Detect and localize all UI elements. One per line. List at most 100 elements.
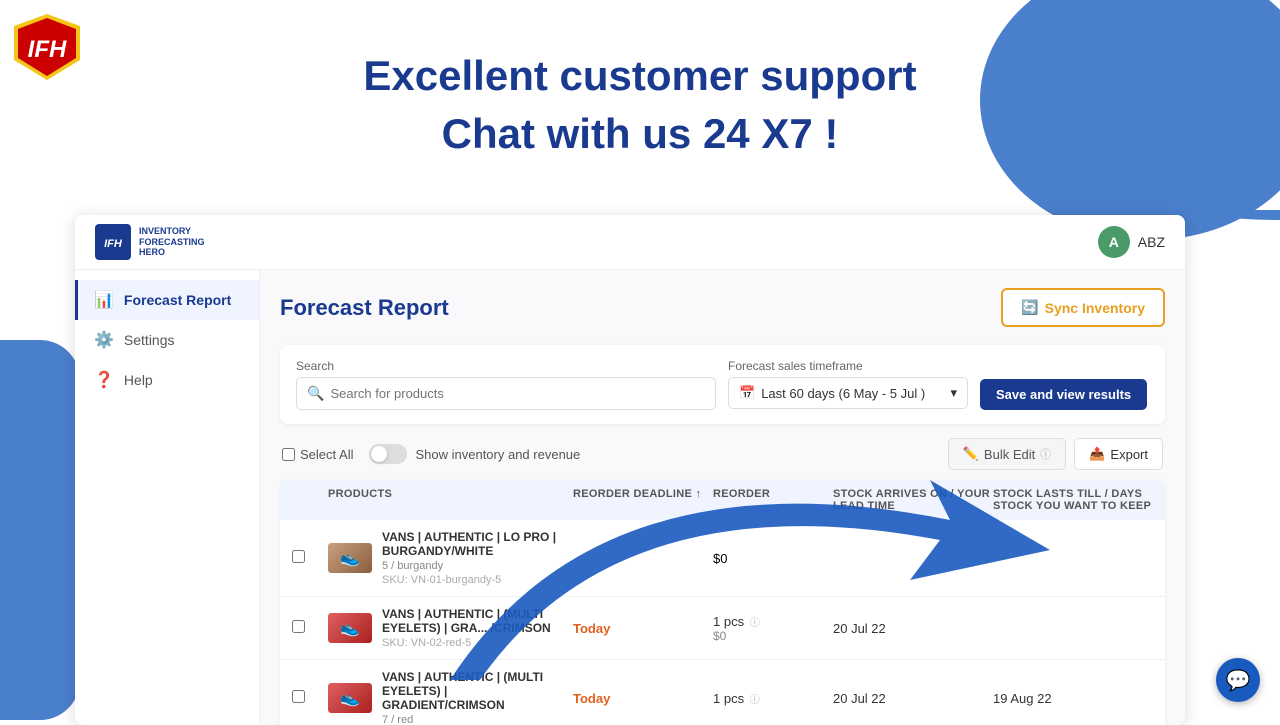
app-logo-text: INVENTORY FORECASTING HERO <box>139 226 205 258</box>
forecast-icon: 📊 <box>94 290 114 310</box>
save-group: Save and view results <box>980 359 1147 410</box>
select-all-text: Select All <box>300 447 353 462</box>
sidebar: 📊 Forecast Report ⚙️ Settings ❓ Help <box>75 270 260 725</box>
product-info-2: 👟 VANS | AUTHENTIC | (MULTI EYELETS) | G… <box>328 607 573 649</box>
select-all-checkbox[interactable] <box>282 448 295 461</box>
info-icon-2: ⓘ <box>750 618 760 629</box>
info-icon: ⓘ <box>1040 446 1051 462</box>
settings-icon: ⚙️ <box>94 330 114 350</box>
app-logo-icon: IFH <box>95 224 131 260</box>
svg-text:IFH: IFH <box>104 238 123 250</box>
export-icon: 📤 <box>1089 446 1105 462</box>
col-checkbox <box>292 488 328 512</box>
reorder-1: $0 <box>713 551 833 566</box>
username: ABZ <box>1138 234 1165 250</box>
col-reorder-deadline: REORDER DEADLINE ↑ <box>573 488 713 512</box>
product-details-1: VANS | AUTHENTIC | LO PRO | BURGANDY/WHI… <box>382 530 573 586</box>
sidebar-item-settings[interactable]: ⚙️ Settings <box>75 320 259 360</box>
product-sku-1: SKU: VN-01-burgandy-5 <box>382 574 573 586</box>
bulk-edit-button[interactable]: ✏️ Bulk Edit ⓘ <box>948 438 1067 470</box>
toggle-knob <box>371 446 387 462</box>
help-icon: ❓ <box>94 370 114 390</box>
product-info-1: 👟 VANS | AUTHENTIC | LO PRO | BURGANDY/W… <box>328 530 573 586</box>
shoe-image-3: 👟 <box>328 683 372 713</box>
edit-icon: ✏️ <box>963 446 979 462</box>
select-all-label[interactable]: Select All <box>282 447 353 462</box>
info-icon-3: ⓘ <box>750 695 760 706</box>
save-results-button[interactable]: Save and view results <box>980 379 1147 410</box>
product-name-3: VANS | AUTHENTIC | (MULTI EYELETS) | GRA… <box>382 670 573 712</box>
reorder-qty-1: $0 <box>713 551 833 566</box>
reorder-3: 1 pcs ⓘ <box>713 691 833 706</box>
app-header: IFH INVENTORY FORECASTING HERO A ABZ <box>75 215 1185 270</box>
avatar: A <box>1098 226 1130 258</box>
banner-logo: IFH <box>12 12 82 87</box>
sidebar-label-forecast: Forecast Report <box>124 292 231 308</box>
sync-inventory-button[interactable]: 🔄 Sync Inventory <box>1001 288 1165 327</box>
product-name-1: VANS | AUTHENTIC | LO PRO | BURGANDY/WHI… <box>382 530 573 558</box>
product-thumb-3: 👟 <box>328 683 372 713</box>
search-input-wrap: 🔍 <box>296 377 716 410</box>
bulk-edit-label: Bulk Edit <box>984 447 1035 462</box>
reorder-amount-2: $0 <box>713 629 833 643</box>
product-details-3: VANS | AUTHENTIC | (MULTI EYELETS) | GRA… <box>382 670 573 725</box>
product-info-3: 👟 VANS | AUTHENTIC | (MULTI EYELETS) | G… <box>328 670 573 725</box>
top-banner: IFH Excellent customer support Chat with… <box>0 0 1280 210</box>
show-inventory-label: Show inventory and revenue <box>415 447 580 462</box>
search-icon: 🔍 <box>307 385 324 402</box>
col-stock-lasts: STOCK LASTS TILL / DAYS STOCK YOU WANT T… <box>993 488 1153 512</box>
app-logo: IFH INVENTORY FORECASTING HERO <box>95 224 205 260</box>
sync-icon: 🔄 <box>1021 299 1038 316</box>
chevron-down-icon: ▾ <box>950 385 957 401</box>
reorder-qty-3: 1 pcs ⓘ <box>713 691 833 706</box>
shoe-image-2: 👟 <box>328 613 372 643</box>
main-content: Forecast Report 🔄 Sync Inventory Search … <box>260 270 1185 725</box>
col-products: PRODUCTS <box>328 488 573 512</box>
page-title: Forecast Report <box>280 295 449 321</box>
toggle-wrap: Show inventory and revenue <box>369 444 580 464</box>
forecast-date-value: Last 60 days (6 May - 5 Jul ) <box>761 386 925 401</box>
calendar-icon: 📅 <box>739 385 755 401</box>
forecast-date-select[interactable]: 📅 Last 60 days (6 May - 5 Jul ) ▾ <box>728 377 968 409</box>
banner-line1: Excellent customer support <box>363 52 916 100</box>
sync-button-label: Sync Inventory <box>1045 300 1145 316</box>
stock-arrives-2: 20 Jul 22 <box>833 621 993 636</box>
forecast-label: Forecast sales timeframe <box>728 359 968 373</box>
stock-lasts-3: 19 Aug 22 <box>993 691 1153 706</box>
product-sku-2: SKU: VN-02-red-5 <box>382 637 573 649</box>
stock-arrives-3: 20 Jul 22 <box>833 691 993 706</box>
row-checkbox-1[interactable] <box>292 550 328 566</box>
product-name-2: VANS | AUTHENTIC | (MULTI EYELETS) | GRA… <box>382 607 573 635</box>
reorder-qty-2: 1 pcs ⓘ <box>713 614 833 629</box>
search-input[interactable] <box>330 386 705 401</box>
filters-row: Search 🔍 Forecast sales timeframe 📅 Last… <box>280 345 1165 424</box>
search-group: Search 🔍 <box>296 359 716 410</box>
blue-left-decoration <box>0 340 80 720</box>
forecast-group: Forecast sales timeframe 📅 Last 60 days … <box>728 359 968 410</box>
sidebar-item-forecast[interactable]: 📊 Forecast Report <box>75 280 259 320</box>
search-label: Search <box>296 359 716 373</box>
svg-text:IFH: IFH <box>28 36 67 63</box>
export-button[interactable]: 📤 Export <box>1074 438 1163 470</box>
app-body: 📊 Forecast Report ⚙️ Settings ❓ Help For… <box>75 270 1185 725</box>
app-user: A ABZ <box>1098 226 1165 258</box>
shoe-image-1: 👟 <box>328 543 372 573</box>
sidebar-item-help[interactable]: ❓ Help <box>75 360 259 400</box>
row-checkbox-2[interactable] <box>292 620 328 636</box>
table-row: 👟 VANS | AUTHENTIC | LO PRO | BURGANDY/W… <box>280 520 1165 597</box>
products-table: PRODUCTS REORDER DEADLINE ↑ REORDER STOC… <box>280 480 1165 725</box>
banner-line2: Chat with us 24 X7 ! <box>363 110 916 158</box>
reorder-2: 1 pcs ⓘ $0 <box>713 614 833 643</box>
product-thumb-2: 👟 <box>328 613 372 643</box>
sidebar-label-help: Help <box>124 372 153 388</box>
inventory-toggle[interactable] <box>369 444 407 464</box>
actions-row: Select All Show inventory and revenue ✏️… <box>280 438 1165 470</box>
product-variant-1: 5 / burgandy <box>382 560 573 572</box>
row-checkbox-3[interactable] <box>292 690 328 706</box>
right-actions: ✏️ Bulk Edit ⓘ 📤 Export <box>948 438 1163 470</box>
product-details-2: VANS | AUTHENTIC | (MULTI EYELETS) | GRA… <box>382 607 573 649</box>
page-header: Forecast Report 🔄 Sync Inventory <box>280 288 1165 327</box>
col-stock-arrives: STOCK ARRIVES ON / YOUR LEAD TIME <box>833 488 993 512</box>
reorder-deadline-2: Today <box>573 621 713 636</box>
chat-button[interactable]: 💬 <box>1216 658 1260 702</box>
